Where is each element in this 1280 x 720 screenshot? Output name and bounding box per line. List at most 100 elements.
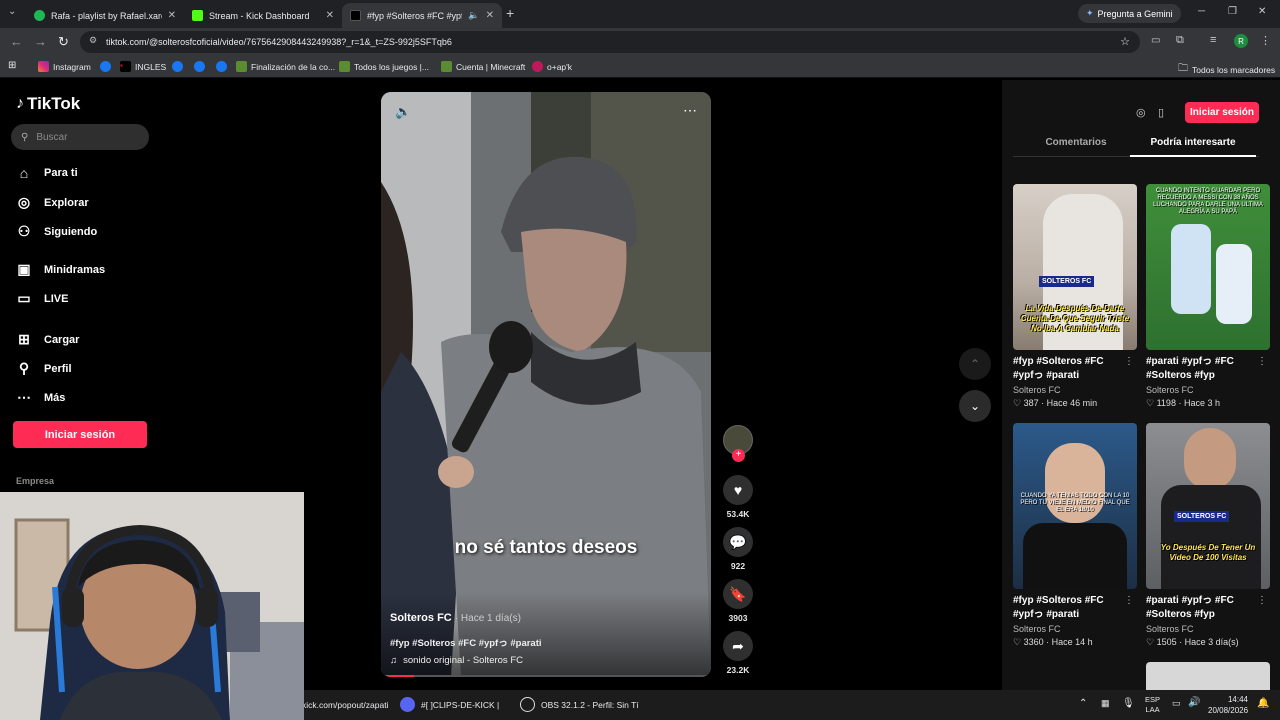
back-icon[interactable]: ←	[10, 34, 23, 49]
login-button[interactable]: Iniciar sesión	[13, 421, 147, 448]
tab-comments[interactable]: Comentarios	[1013, 137, 1139, 148]
new-tab-icon[interactable]: +	[506, 5, 514, 21]
card-more-icon[interactable]: ⋮	[1257, 356, 1267, 367]
facebook-icon[interactable]	[172, 61, 183, 72]
next-card-thumbnail[interactable]	[1146, 662, 1270, 690]
nav-mas[interactable]: ⋯ Más	[16, 389, 65, 406]
language-indicator[interactable]: ESP LAA	[1145, 695, 1160, 715]
video-thumbnail: SOLTEROS FC Yo Después De Tener Un Video…	[1146, 423, 1270, 589]
nav-minidramas[interactable]: ▣ Minidramas	[16, 261, 105, 278]
apk-icon	[532, 61, 543, 72]
heart-outline-icon: ♡	[1013, 398, 1022, 408]
avatar[interactable]: R	[1234, 34, 1248, 48]
tab-search-icon[interactable]: ⌄	[8, 6, 16, 17]
bookmark-icon: 🔖	[723, 579, 753, 609]
video-author[interactable]: Solteros FC	[390, 612, 452, 624]
nav-para-ti[interactable]: ⌂ Para ti	[16, 165, 78, 181]
tiktok-logo[interactable]: ♪ TikTok	[16, 94, 80, 114]
thumbnail-overlay-text: La Vida Después De Darte Cuenta De Que S…	[1020, 304, 1130, 333]
volume-tray-icon[interactable]: 🔊	[1188, 697, 1200, 708]
nav-explorar[interactable]: ◎ Explorar	[16, 194, 89, 211]
menu-icon[interactable]: ⋮	[1260, 34, 1271, 47]
save-button[interactable]: 🔖 3903	[723, 579, 753, 623]
extensions-icon[interactable]: ⧉	[1176, 34, 1184, 47]
video-sound[interactable]: ♫ sonido original - Solteros FC	[390, 655, 523, 666]
card-likes: 1505	[1156, 637, 1177, 647]
nav-live[interactable]: ▭ LIVE	[16, 290, 68, 307]
card-more-icon[interactable]: ⋮	[1124, 595, 1134, 606]
bookmark-apk[interactable]: o+ap'k	[532, 61, 572, 72]
tab-interest[interactable]: Podría interesarte	[1130, 137, 1256, 148]
creator-avatar[interactable]: +	[723, 425, 753, 462]
bookmark-label: Cuenta | Minecraft	[456, 61, 526, 72]
coin-icon[interactable]: ◎	[1136, 106, 1146, 119]
facebook-icon[interactable]	[216, 61, 227, 72]
card-more-icon[interactable]: ⋮	[1257, 595, 1267, 606]
card-more-icon[interactable]: ⋮	[1124, 356, 1134, 367]
nav-cargar[interactable]: ⊞ Cargar	[16, 331, 79, 348]
site-info-icon[interactable]: ⚙	[89, 35, 97, 46]
nav-siguiendo[interactable]: ⚇ Siguiendo	[16, 223, 97, 240]
bookmark-instagram[interactable]: Instagram	[38, 61, 91, 72]
minimize-icon[interactable]: ─	[1198, 6, 1205, 17]
clock[interactable]: 14:44 20/08/2026	[1208, 694, 1248, 716]
tab-tiktok[interactable]: #fyp #Solteros #FC #ypfっ # 🔈 ✕	[342, 3, 502, 28]
card-title: #fyp #Solteros #FC #ypfっ #parati	[1013, 356, 1104, 381]
notification-icon[interactable]: 🔔	[1257, 698, 1269, 709]
reload-icon[interactable]: ↻	[58, 34, 69, 50]
device-icon[interactable]: ▯	[1158, 106, 1164, 119]
like-button[interactable]: ♥ 53.4K	[723, 475, 753, 519]
video-hashtags[interactable]: #fyp #Solteros #FC #ypfっ #parati	[390, 635, 542, 649]
close-window-icon[interactable]: ✕	[1258, 6, 1266, 17]
network-icon[interactable]: ▭	[1172, 698, 1181, 709]
recommended-video-card[interactable]: SOLTEROS FC La Vida Después De Darte Cue…	[1013, 184, 1137, 409]
url-input[interactable]: ⚙ tiktok.com/@solterosfcoficial/video/76…	[80, 31, 1140, 53]
bookmark-ingles[interactable]: ▪ INGLES	[120, 61, 166, 72]
comment-button[interactable]: 💬 922	[723, 527, 753, 571]
mic-icon[interactable]: 🎙	[1122, 698, 1135, 709]
follow-plus-icon[interactable]: +	[732, 449, 745, 462]
volume-icon[interactable]: 🔈	[395, 104, 411, 120]
facebook-icon[interactable]	[194, 61, 205, 72]
scroll-down-button[interactable]: ⌄	[959, 390, 991, 422]
apps-icon[interactable]: ⊞	[8, 60, 16, 71]
recommended-video-card[interactable]: CUANDO YA TENIAS TODO CON LA 10 PERO TU …	[1013, 423, 1137, 648]
media-icon[interactable]: ≡	[1210, 34, 1216, 46]
close-icon[interactable]: ✕	[168, 10, 176, 21]
share-button[interactable]: ➦ 23.2K	[723, 631, 753, 675]
taskbar-kick-item[interactable]: kick.com/popout/zapati	[302, 700, 388, 710]
facebook-icon[interactable]	[100, 61, 111, 72]
all-bookmarks[interactable]: 🗀 Todos los marcadores	[1178, 61, 1275, 78]
close-icon[interactable]: ✕	[326, 10, 334, 21]
folder-icon: 🗀	[1178, 63, 1188, 74]
tray-app-icon[interactable]: ▦	[1101, 698, 1110, 709]
scroll-up-button[interactable]: ⌃	[959, 348, 991, 380]
thumbnail-figure	[1216, 244, 1252, 324]
video-thumbnail: CUANDO YA TENIAS TODO CON LA 10 PERO TU …	[1013, 423, 1137, 589]
nav-perfil[interactable]: ⚲ Perfil	[16, 360, 72, 377]
progress-bar[interactable]	[381, 675, 711, 677]
gemini-button[interactable]: ✦ Pregunta a Gemini	[1078, 4, 1181, 23]
taskbar-label: #[ ]CLIPS-DE-KICK |	[421, 699, 500, 710]
taskbar-discord-item[interactable]: #[ ]CLIPS-DE-KICK |	[400, 697, 499, 712]
video-player[interactable]: 🔈 ⋯ no sé tantos deseos Solteros FC · Ha…	[381, 92, 711, 677]
show-hidden-icon[interactable]: ⌃	[1079, 698, 1087, 709]
bookmark-finalizacion[interactable]: Finalización de la co...	[236, 61, 335, 72]
recommended-video-card[interactable]: CUANDO INTENTO GUARDAR PERO RECUERDO A M…	[1146, 184, 1270, 409]
bookmark-minecraft[interactable]: Cuenta | Minecraft	[441, 61, 525, 72]
taskbar-obs-item[interactable]: OBS 32.1.2 - Perfil: Sin Tí	[520, 697, 639, 712]
bookmark-juegos[interactable]: Todos los juegos |...	[339, 61, 429, 72]
company-label[interactable]: Empresa	[16, 476, 54, 486]
more-options-icon[interactable]: ⋯	[683, 102, 697, 119]
forward-icon[interactable]: →	[34, 34, 47, 49]
tab-kick[interactable]: Stream - Kick Dashboard ✕	[184, 3, 342, 28]
login-button-right[interactable]: Iniciar sesión	[1185, 102, 1259, 123]
speaker-icon[interactable]: 🔈	[468, 10, 479, 21]
search-input[interactable]: ⚲ Buscar	[11, 124, 149, 150]
close-icon[interactable]: ✕	[486, 10, 494, 21]
cast-icon[interactable]: ▭	[1151, 35, 1160, 46]
restore-icon[interactable]: ❐	[1228, 6, 1237, 17]
recommended-video-card[interactable]: SOLTEROS FC Yo Después De Tener Un Video…	[1146, 423, 1270, 648]
star-icon[interactable]: ☆	[1120, 35, 1130, 48]
tab-spotify[interactable]: Rafa - playlist by Rafael.xared | ✕	[26, 3, 184, 28]
